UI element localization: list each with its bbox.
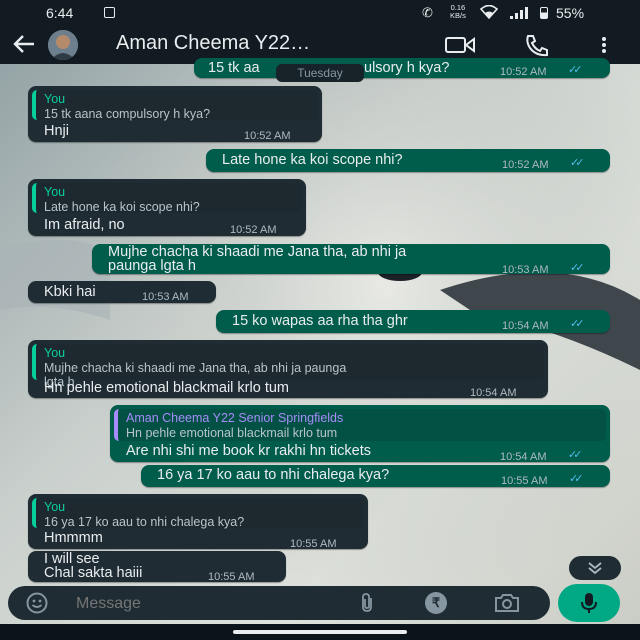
camera-icon[interactable] — [494, 593, 520, 613]
message-bubble-outgoing[interactable]: Aman Cheema Y22 Senior Springfields Hn p… — [110, 405, 610, 463]
message-bubble-incoming[interactable]: I will see Chal sakta haiii 10:55 AM — [28, 551, 286, 583]
message-text: 15 ko wapas aa rha tha ghr — [232, 313, 408, 329]
read-receipt-icon: ✓✓ — [569, 473, 584, 485]
battery-percent: 55% — [556, 5, 585, 21]
message-bubble-incoming[interactable]: You Mujhe chacha ki shaadi me Jana tha, … — [28, 340, 548, 399]
microphone-icon — [581, 592, 597, 614]
message-text: Hmmmm — [44, 530, 103, 546]
quoted-author: You — [44, 346, 66, 360]
message-time: 10:54 AM — [502, 320, 549, 332]
message-text: 16 ya 17 ko aau to nhi chalega kya? — [157, 467, 390, 483]
speed-unit: KB/s — [450, 11, 466, 20]
status-bar: 6:44 ✆ 0.16 KB/s 55% — [0, 0, 640, 26]
message-text: 15 tk aa — [208, 60, 260, 76]
quoted-message[interactable]: You 15 tk aana compulsory h kya? — [32, 90, 318, 121]
message-composer: ₹ — [8, 586, 550, 620]
read-receipt-icon: ✓✓ — [570, 157, 585, 169]
status-time: 6:44 — [46, 5, 74, 21]
double-chevron-down-icon — [587, 561, 603, 575]
message-text-overflow-value: ulsory h kya? — [364, 60, 450, 76]
message-time: 10:55 AM — [290, 538, 337, 550]
message-text: Are nhi shi me book kr rakhi hn tickets — [126, 443, 371, 459]
contact-name[interactable]: Aman Cheema Y22… — [116, 32, 310, 55]
battery-icon — [540, 7, 548, 19]
quoted-author: Aman Cheema Y22 Senior Springfields — [126, 411, 344, 425]
quoted-message[interactable]: You Late hone ka koi scope nhi? — [32, 183, 302, 214]
message-bubble-outgoing[interactable]: 16 ya 17 ko aau to nhi chalega kya? 10:5… — [141, 465, 610, 487]
system-navigation-bar — [0, 624, 640, 640]
read-receipt-icon: ✓✓ — [568, 449, 583, 461]
message-time: 10:52 AM — [502, 159, 549, 171]
message-text: Im afraid, no — [44, 217, 125, 233]
quoted-message[interactable]: You Mujhe chacha ki shaadi me Jana tha, … — [32, 344, 544, 389]
call-forward-icon: ✆ — [422, 5, 433, 20]
quoted-message[interactable]: You 16 ya 17 ko aau to nhi chalega kya? — [32, 498, 364, 529]
more-options-icon[interactable] — [602, 37, 606, 53]
payment-icon[interactable]: ₹ — [425, 592, 447, 614]
message-time: 10:54 AM — [470, 387, 517, 399]
message-time: 10:52 AM — [500, 66, 547, 78]
message-text: Late hone ka koi scope nhi? — [222, 152, 403, 168]
message-time: 10:52 AM — [244, 130, 291, 142]
date-chip: Tuesday — [276, 64, 364, 82]
quoted-author: You — [44, 185, 66, 199]
voice-call-icon[interactable] — [524, 33, 550, 57]
quoted-author: You — [44, 500, 66, 514]
message-bubble-incoming[interactable]: You 16 ya 17 ko aau to nhi chalega kya? … — [28, 494, 368, 550]
message-text: Kbki hai — [44, 284, 96, 300]
message-text: Hnji — [44, 123, 69, 139]
read-receipt-icon: ✓✓ — [570, 318, 585, 330]
message-text: Hn pehle emotional blackmail krlo tum — [44, 380, 289, 396]
message-text-line2: paunga lgta h — [108, 258, 196, 274]
scroll-to-bottom-button[interactable] — [569, 556, 621, 580]
quoted-text: Hn pehle emotional blackmail krlo tum — [126, 426, 338, 440]
message-time: 10:55 AM — [501, 475, 548, 487]
read-receipt-icon: ✓✓ — [570, 262, 585, 274]
network-speed: 0.16 KB/s — [450, 4, 466, 20]
emoji-icon[interactable] — [26, 592, 48, 614]
message-time: 10:53 AM — [502, 264, 549, 276]
video-call-icon[interactable] — [445, 37, 475, 53]
message-bubble-incoming[interactable]: You 15 tk aana compulsory h kya? Hnji 10… — [28, 86, 322, 142]
message-bubble-incoming[interactable]: Kbki hai 10:53 AM — [28, 281, 216, 303]
message-text-overflow: ulsory h kya? — [364, 60, 449, 76]
message-time: 10:55 AM — [208, 571, 255, 583]
quoted-text: Late hone ka koi scope nhi? — [44, 200, 200, 214]
home-gesture-handle[interactable] — [233, 630, 407, 634]
back-arrow-icon[interactable] — [12, 34, 36, 54]
quoted-text: 16 ya 17 ko aau to nhi chalega kya? — [44, 515, 245, 529]
quoted-text: 15 tk aana compulsory h kya? — [44, 107, 211, 121]
quoted-text: Mujhe chacha ki shaadi me Jana tha, ab n… — [44, 361, 347, 375]
message-time: 10:54 AM — [500, 451, 547, 463]
message-time: 10:53 AM — [142, 291, 189, 303]
attach-icon[interactable] — [358, 593, 376, 613]
read-receipt-icon: ✓✓ — [568, 64, 583, 76]
message-time: 10:52 AM — [230, 224, 277, 236]
message-bubble-outgoing[interactable]: Mujhe chacha ki shaadi me Jana tha, ab n… — [92, 244, 610, 276]
message-bubble-outgoing[interactable]: Late hone ka koi scope nhi? 10:52 AM ✓✓ — [206, 149, 610, 172]
message-input[interactable] — [74, 591, 328, 617]
quoted-message[interactable]: Aman Cheema Y22 Senior Springfields Hn p… — [114, 409, 606, 441]
message-bubble-incoming[interactable]: You Late hone ka koi scope nhi? Im afrai… — [28, 179, 306, 236]
voice-message-button[interactable] — [558, 584, 620, 622]
quoted-author: You — [44, 92, 66, 106]
message-bubble-outgoing[interactable]: 15 ko wapas aa rha tha ghr 10:54 AM ✓✓ — [216, 310, 610, 333]
signal-icon — [510, 7, 528, 19]
contact-avatar[interactable] — [48, 30, 78, 60]
photo-notification-icon — [104, 7, 115, 18]
wifi-icon — [480, 5, 498, 19]
message-text-line2: Chal sakta haiii — [44, 565, 143, 581]
